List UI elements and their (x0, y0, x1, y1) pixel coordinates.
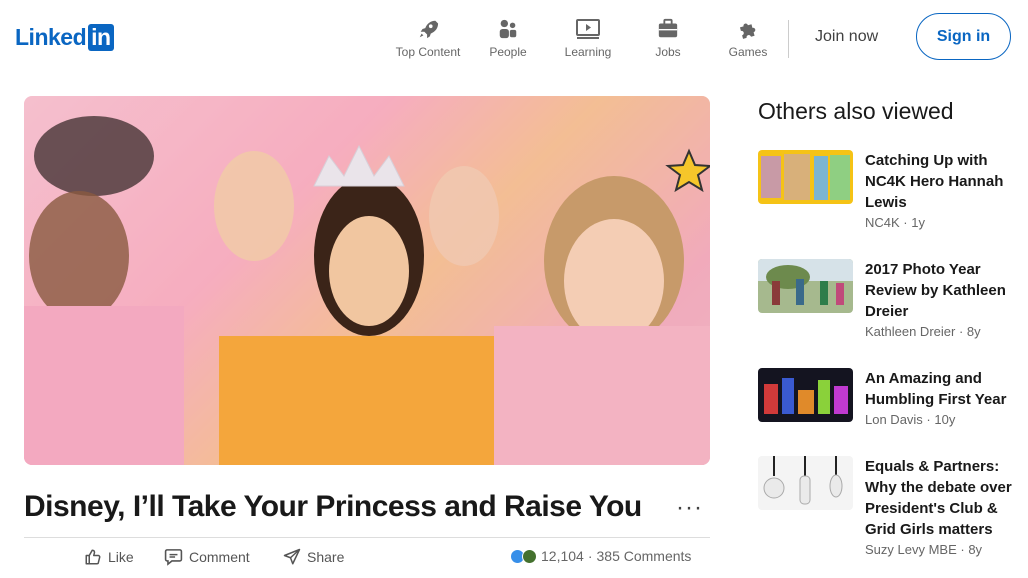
nav-label: Games (728, 45, 768, 59)
cover-illustration (24, 96, 710, 465)
nav-games[interactable]: Games (708, 18, 788, 59)
article-cover-image (24, 96, 710, 465)
thumbnail-image (763, 456, 843, 505)
nav-people[interactable]: People (468, 18, 548, 59)
article-title: Disney, I’ll Take Your Princess and Rais… (24, 490, 642, 523)
comment-icon (164, 549, 183, 566)
related-article-thumbnail (758, 150, 853, 204)
related-article-meta: NC4K · 1y (865, 215, 925, 230)
thumbs-up-icon (85, 549, 101, 565)
thumbnail-image (761, 154, 850, 200)
share-label: Share (307, 549, 345, 565)
puzzle-icon (739, 23, 756, 39)
related-article-title: An Amazing and Humbling First Year (865, 370, 1007, 408)
thumbnail-image (764, 378, 848, 414)
comment-label: Comment (189, 549, 250, 565)
send-icon (283, 548, 301, 565)
nav-label: People (489, 45, 527, 59)
nav-divider (788, 20, 789, 58)
related-article-thumbnail (758, 368, 853, 422)
related-article[interactable]: Catching Up with NC4K Hero Hannah Lewis … (758, 150, 1028, 235)
related-article-title: Catching Up with NC4K Hero Hannah Lewis (865, 152, 1004, 211)
comment-button[interactable]: Comment (164, 548, 250, 566)
learning-icon (576, 19, 600, 39)
related-article-meta: Lon Davis · 10y (865, 412, 956, 427)
header: Linked in Top Content People Learning Job… (0, 0, 1028, 76)
related-article[interactable]: 2017 Photo Year Review by Kathleen Dreie… (758, 259, 1028, 344)
join-now-link[interactable]: Join now (815, 28, 878, 46)
like-button[interactable]: Like (84, 548, 134, 566)
sidebar-title: Others also viewed (758, 98, 954, 124)
nav-label: Jobs (655, 45, 681, 59)
logo-badge: in (88, 24, 114, 51)
related-article-thumbnail (758, 259, 853, 313)
people-icon (499, 19, 517, 39)
social-actions-bar: Like Comment Share 12,104 · 385 Comments (24, 538, 710, 578)
nav-learning[interactable]: Learning (548, 18, 628, 59)
briefcase-icon (658, 18, 678, 38)
engagement-stats: 12,104 · 385 Comments (510, 548, 691, 564)
related-article-title: Equals & Partners: Why the debate over P… (865, 458, 1012, 538)
thumbnail-image (758, 259, 853, 305)
related-article[interactable]: An Amazing and Humbling First Year Lon D… (758, 368, 1028, 432)
share-button[interactable]: Share (283, 548, 344, 566)
comments-count[interactable]: 385 Comments (597, 548, 692, 564)
logo-wordmark: Linked (15, 24, 87, 50)
support-reaction-icon (522, 548, 537, 564)
like-label: Like (108, 549, 134, 565)
related-article[interactable]: Equals & Partners: Why the debate over P… (758, 456, 1028, 566)
nav-label: Learning (564, 45, 612, 59)
nav-label: Top Content (395, 45, 461, 59)
related-article-meta: Suzy Levy MBE · 8y (865, 542, 983, 557)
separator-dot: · (587, 548, 593, 564)
related-article-title: 2017 Photo Year Review by Kathleen Dreie… (865, 261, 1006, 320)
reactions-count[interactable]: 12,104 (541, 548, 584, 564)
related-article-thumbnail (758, 456, 853, 510)
linkedin-logo[interactable]: Linked in (15, 24, 114, 51)
nav-top-content[interactable]: Top Content (388, 18, 468, 59)
rocket-icon (419, 20, 439, 39)
nav-jobs[interactable]: Jobs (628, 18, 708, 59)
more-options-button[interactable]: ··· (676, 494, 703, 522)
sign-in-button[interactable]: Sign in (916, 13, 1011, 60)
related-article-meta: Kathleen Dreier · 8y (865, 324, 981, 339)
